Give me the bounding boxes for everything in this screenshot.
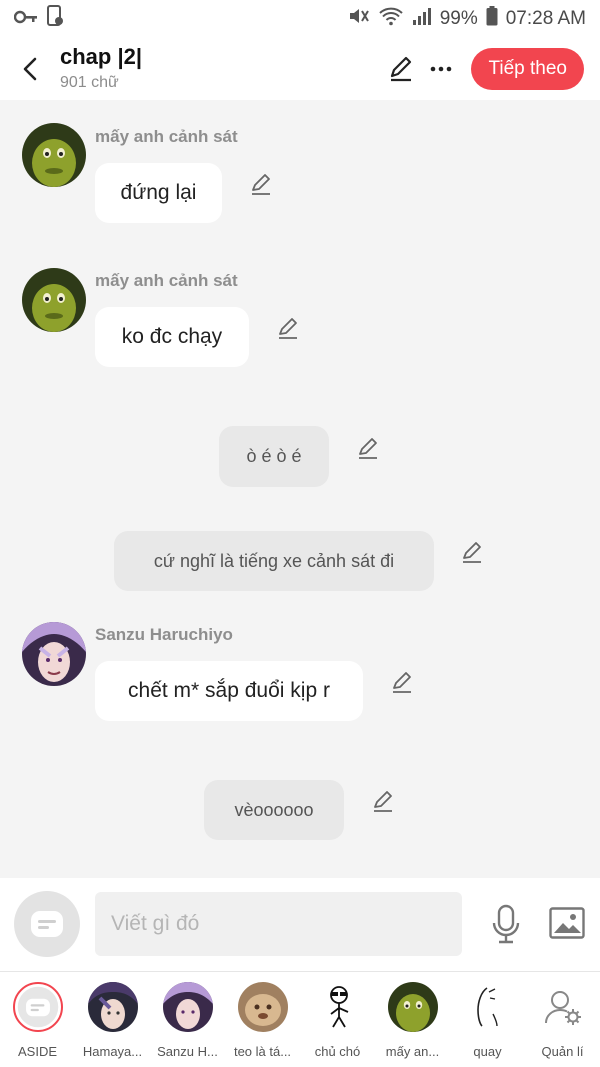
- character-aside[interactable]: ASIDE: [0, 972, 75, 1067]
- chat-area[interactable]: mấy anh cảnh sát đứng lại mấy anh cảnh s…: [0, 100, 600, 878]
- pencil-icon: [393, 672, 411, 693]
- character-chu-cho[interactable]: chủ chó: [300, 972, 375, 1067]
- microphone-button[interactable]: [486, 902, 526, 946]
- edit-message-button[interactable]: [458, 539, 486, 567]
- message-bubble[interactable]: ko đc chạy: [95, 307, 249, 367]
- pencil-icon: [391, 56, 412, 82]
- pencil-icon: [374, 791, 392, 812]
- edit-message-button[interactable]: [247, 171, 275, 199]
- mute-icon: [348, 6, 370, 32]
- chapter-title: chap |2|: [60, 44, 143, 69]
- character-quay[interactable]: quay: [450, 972, 525, 1067]
- character-name: Quản lí: [541, 1044, 584, 1059]
- editor-header: chap |2| 901 chữ Tiếp theo: [0, 38, 600, 100]
- character-name: Hamaya...: [82, 1044, 143, 1059]
- wifi-icon: [378, 6, 404, 32]
- anime-avatar: [87, 982, 138, 1032]
- message-input[interactable]: [95, 892, 462, 956]
- pencil-icon: [463, 542, 481, 563]
- character-hamaya[interactable]: Hamaya...: [75, 972, 150, 1067]
- character-name: mấy an...: [385, 1044, 440, 1059]
- sketch-avatar: [462, 982, 513, 1032]
- edit-message-button[interactable]: [354, 435, 382, 463]
- input-bar: [0, 878, 600, 971]
- pencil-icon: [252, 174, 270, 195]
- aside-icon: [31, 911, 63, 937]
- image-icon: [549, 907, 585, 939]
- aside-toggle-button[interactable]: [14, 891, 80, 957]
- edit-message-button[interactable]: [369, 788, 397, 816]
- shrek-avatar[interactable]: [22, 123, 86, 187]
- status-bar: 99% 07:28 AM: [0, 0, 600, 38]
- speaker-name: Sanzu Haruchiyo: [95, 625, 233, 644]
- pencil-icon: [279, 318, 297, 339]
- microphone-icon: [492, 904, 520, 944]
- device-lock-icon: [46, 5, 64, 33]
- battery-icon: [486, 6, 498, 32]
- stickman-avatar: [312, 982, 363, 1032]
- character-name: teo là tá...: [233, 1044, 292, 1059]
- manage-icon: [537, 982, 588, 1032]
- narration-bubble[interactable]: cứ nghĩ là tiếng xe cảnh sát đi: [114, 531, 434, 591]
- character-sanzu[interactable]: Sanzu H...: [150, 972, 225, 1067]
- word-count: 901 chữ: [60, 74, 119, 91]
- edit-message-button[interactable]: [388, 669, 416, 697]
- anime-avatar: [162, 982, 213, 1032]
- speaker-name: mấy anh cảnh sát: [95, 271, 238, 290]
- signal-icon: [412, 6, 432, 32]
- character-teo[interactable]: teo là tá...: [225, 972, 300, 1067]
- chevron-left-icon: [23, 57, 37, 81]
- manage-characters-button[interactable]: Quản lí: [525, 972, 600, 1067]
- edit-message-button[interactable]: [274, 315, 302, 343]
- shrek-avatar: [387, 982, 438, 1032]
- battery-percent: 99%: [439, 8, 478, 29]
- speaker-name: mấy anh cảnh sát: [95, 127, 238, 146]
- edit-title-button[interactable]: [381, 49, 421, 89]
- narration-bubble[interactable]: vèoooooo: [204, 780, 344, 840]
- more-button[interactable]: [421, 49, 461, 89]
- character-name: ASIDE: [17, 1044, 57, 1059]
- blurry-avatar: [237, 982, 288, 1032]
- shrek-avatar[interactable]: [22, 268, 86, 332]
- image-button[interactable]: [546, 904, 588, 942]
- narration-bubble[interactable]: ò é ò é: [219, 426, 329, 487]
- character-name: quay: [473, 1044, 502, 1059]
- anime-avatar[interactable]: [22, 622, 86, 686]
- more-dots-icon: [431, 66, 452, 72]
- pencil-icon: [359, 438, 377, 459]
- character-name: chủ chó: [314, 1044, 361, 1059]
- key-icon: [13, 8, 38, 30]
- character-bar: ASIDE Hamaya... Sanzu H... teo là tá... …: [0, 971, 600, 1067]
- back-button[interactable]: [8, 47, 52, 91]
- message-bubble[interactable]: đứng lại: [95, 163, 222, 223]
- character-name: Sanzu H...: [157, 1044, 218, 1059]
- next-button[interactable]: Tiếp theo: [471, 48, 584, 90]
- aside-icon: [12, 982, 63, 1032]
- message-bubble[interactable]: chết m* sắp đuổi kịp r: [95, 661, 363, 721]
- clock: 07:28 AM: [505, 8, 586, 29]
- character-may-anh[interactable]: mấy an...: [375, 972, 450, 1067]
